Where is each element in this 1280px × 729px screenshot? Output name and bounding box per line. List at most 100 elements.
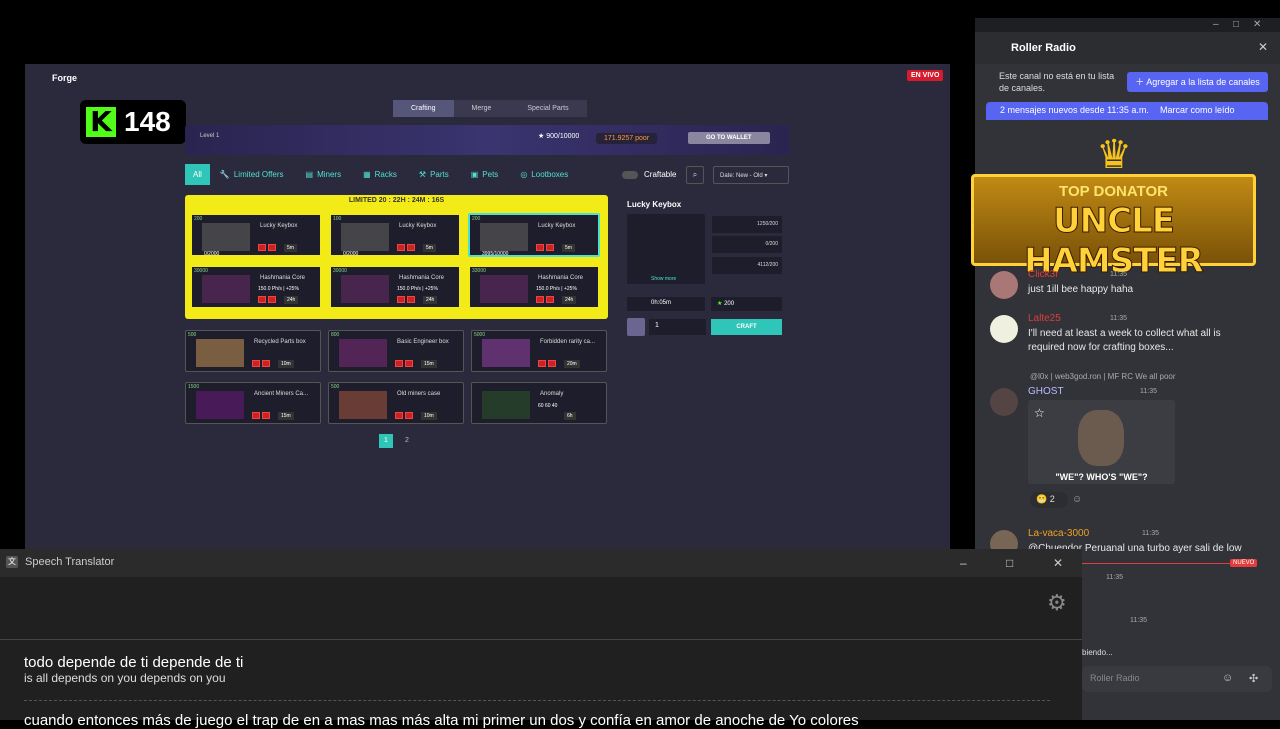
top-donator-banner: TOP DONATOR UNCLE HAMSTER [971, 174, 1256, 282]
reply-reference[interactable]: @l0x | web3god.ron | MF RC We all poor [1030, 372, 1176, 381]
message-text: I'll need at least a week to collect wha… [1028, 328, 1221, 353]
sort-select[interactable]: Date: New - Old ▾ [713, 166, 789, 184]
part-slots [395, 412, 413, 419]
favorite-star-icon[interactable]: ☆ [1034, 406, 1045, 420]
tab-merge[interactable]: Merge [453, 100, 510, 117]
avatar[interactable] [990, 388, 1018, 416]
filter-lootboxes[interactable]: ◎ Lootboxes [512, 164, 580, 185]
top-black-bar [0, 0, 1280, 18]
timestamp: 11:35 [1140, 388, 1157, 395]
item-stats: 150.0 Ph/s | +25% [258, 286, 299, 292]
parts-icon: ⚒ [418, 170, 427, 179]
craft-card[interactable]: 500 Old miners case 10m [328, 382, 464, 424]
donator-title: TOP DONATOR [1059, 183, 1168, 200]
limited-card[interactable]: 100 Lucky Keybox 5m 0/2000 [329, 213, 461, 257]
username[interactable]: La-vaca-3000 [1028, 528, 1089, 539]
toggle-switch[interactable] [622, 170, 638, 179]
tab-crafting[interactable]: Crafting [393, 100, 454, 117]
add-channel-button[interactable]: ＋ Agregar a la lista de canales [1127, 72, 1268, 92]
filter-racks[interactable]: ▦ Racks [355, 164, 409, 185]
craft-time: 5m [562, 244, 575, 252]
filter-all[interactable]: All [185, 164, 210, 185]
item-image [339, 339, 387, 367]
part-slots [395, 360, 413, 367]
craft-card[interactable]: 500 Recycled Parts box 10m [185, 330, 321, 372]
go-to-wallet-button[interactable]: GO TO WALLET [688, 132, 770, 144]
show-more-link[interactable]: Show more [651, 276, 676, 282]
craft-time: 15m [421, 360, 437, 368]
minimize-icon[interactable]: – [1213, 19, 1219, 30]
filter-parts[interactable]: ⚒ Parts [411, 164, 461, 185]
craft-card[interactable]: 5000 Forbidden rarity ca... 20m [471, 330, 607, 372]
limited-card[interactable]: 30000 Hashmania Core 150.0 Ph/s | +25% 2… [329, 265, 461, 309]
quantity-icon[interactable] [627, 318, 645, 336]
apps-icon[interactable]: ✣ [1249, 672, 1258, 685]
craft-card[interactable]: 1500 Ancient Miners Ca... 15m [185, 382, 321, 424]
craft-time: 20m [564, 360, 580, 368]
username[interactable]: Click3r [1028, 269, 1059, 280]
item-name: Recycled Parts box [254, 339, 306, 345]
limited-card[interactable]: 33000 Hashmania Core 150.0 Ph/s | +25% 2… [468, 265, 600, 309]
minimize-icon[interactable]: – [960, 556, 967, 570]
tab-special-parts[interactable]: Special Parts [509, 100, 587, 117]
craft-time: 5m [284, 244, 297, 252]
filter-miners[interactable]: ▤ Miners [298, 164, 354, 185]
craft-button[interactable]: CRAFT [711, 319, 782, 335]
item-name: Lucky Keybox [260, 223, 298, 229]
timestamp: 11:35 [1130, 617, 1147, 624]
item-stats: 60 60 40 [538, 403, 558, 409]
search-icon[interactable]: ⌕ [686, 166, 704, 184]
item-name: Basic Engineer box [397, 339, 449, 345]
price-tag: 100 [333, 216, 342, 222]
craftable-toggle[interactable]: Craftable [622, 170, 676, 179]
price-tag: 500 [188, 332, 197, 338]
progress-count: 0/2000 [204, 251, 220, 257]
page-2-button[interactable]: 2 [400, 434, 414, 448]
item-name: Forbidden rarity ca... [540, 339, 596, 345]
limited-card-selected[interactable]: 200 Lucky Keybox 5m 3995/10000 [468, 213, 600, 257]
limited-card[interactable]: 200 Lucky Keybox 5m 0/2000 [190, 213, 322, 257]
kick-viewer-overlay: K 148 [80, 100, 186, 144]
emoji-icon[interactable]: ☺ [1222, 672, 1233, 684]
detail-image [627, 214, 705, 284]
live-badge: EN VIVO [907, 70, 944, 81]
item-name: Lucky Keybox [538, 223, 576, 229]
craft-time: 15m [278, 412, 294, 420]
item-name: Hashmania Core [538, 275, 584, 281]
limited-card[interactable]: 30000 Hashmania Core 150.0 Ph/s | +25% 2… [190, 265, 322, 309]
mark-as-read-button[interactable]: Marcar como leído [1160, 105, 1235, 115]
item-image [480, 223, 528, 251]
balance-display[interactable]: 171.9257 poor [596, 133, 658, 144]
divider [24, 700, 1050, 701]
username[interactable]: GHOST [1028, 386, 1064, 397]
reaction-button[interactable]: 😬 2 [1030, 492, 1068, 508]
page-1-button[interactable]: 1 [379, 434, 393, 448]
message-input[interactable]: Roller Radio [1082, 666, 1272, 692]
gear-icon[interactable]: ⚙ [1047, 590, 1067, 616]
limited-countdown: LIMITED 20 : 22H : 24M : 16S [348, 197, 445, 204]
craft-time: 10m [421, 412, 437, 420]
filter-limited-offers[interactable]: 🔧 Limited Offers [212, 164, 296, 185]
avatar[interactable] [990, 315, 1018, 343]
translated-text: is all depends on you depends on you [24, 671, 226, 685]
progress-count: 0/2000 [343, 251, 359, 257]
item-name: Ancient Miners Ca... [254, 391, 309, 397]
filter-pets[interactable]: ▣ Pets [463, 164, 511, 185]
item-image [341, 223, 389, 251]
close-icon[interactable]: ✕ [1053, 556, 1063, 570]
gif-embed[interactable]: ☆ "WE"? WHO'S "WE"? [1028, 400, 1175, 484]
craft-time: 5m [423, 244, 436, 252]
translator-titlebar: Speech Translator [0, 549, 1082, 577]
avatar[interactable] [990, 271, 1018, 299]
craft-card[interactable]: Anomaly 60 60 40 6h [471, 382, 607, 424]
lootbox-icon: ◎ [520, 170, 528, 179]
close-icon[interactable]: ✕ [1253, 19, 1261, 30]
maximize-icon[interactable]: □ [1006, 556, 1013, 570]
item-image [480, 275, 528, 303]
add-reaction-icon[interactable]: ☺ [1072, 494, 1082, 505]
username[interactable]: Lalte25 [1028, 313, 1061, 324]
quantity-input[interactable]: 1 [649, 319, 706, 335]
close-icon[interactable]: ✕ [1258, 40, 1268, 54]
craft-card[interactable]: 800 Basic Engineer box 15m [328, 330, 464, 372]
maximize-icon[interactable]: □ [1233, 19, 1239, 30]
